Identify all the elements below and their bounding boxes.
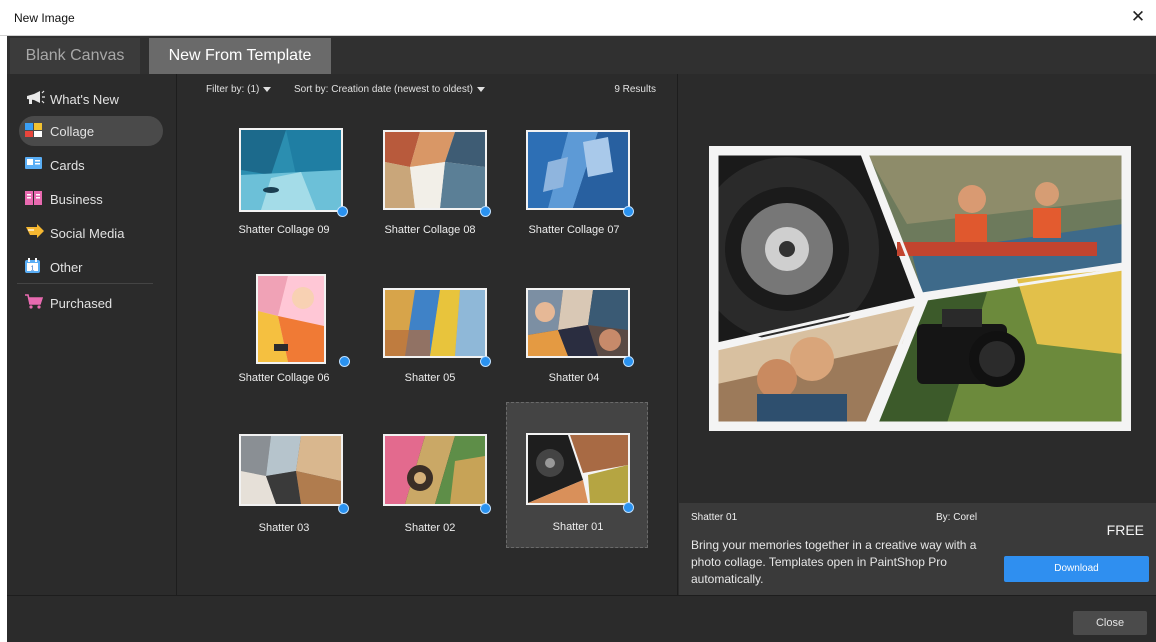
sort-dropdown[interactable]: Sort by: Creation date (newest to oldest… [294,84,485,95]
title-bar: New Image ✕ [0,0,1156,36]
available-badge [480,356,491,367]
close-window-icon[interactable]: ✕ [1128,7,1148,27]
template-name: Shatter Collage 09 [238,224,330,236]
available-badge [337,206,348,217]
sidebar-item-label: Business [50,191,103,207]
template-card-shatter-collage-07[interactable]: Shatter Collage 07 [504,126,644,272]
template-name: Shatter Collage 06 [238,372,330,384]
template-thumbnail [526,130,630,210]
available-badge [623,206,634,217]
template-name: Shatter 02 [404,522,456,534]
template-card-shatter-collage-09[interactable]: Shatter Collage 09 [214,126,354,272]
sidebar-item-purchased[interactable]: Purchased [19,288,163,318]
chevron-down-icon [476,86,485,92]
sidebar-item-whats-new[interactable]: What's New [19,84,163,114]
template-thumbnail [239,434,343,506]
template-thumbnail [383,434,487,506]
sidebar-item-label: Collage [50,123,95,139]
template-card-shatter-02[interactable]: Shatter 02 [360,428,500,574]
share-arrow-icon [25,224,47,242]
sidebar-item-collage[interactable]: Collage [19,116,163,146]
filter-label: Filter by: (1) [206,84,260,95]
sidebar-item-other[interactable]: 1 Other [19,252,163,282]
template-name: Shatter 01 [552,521,604,533]
template-card-shatter-01[interactable]: Shatter 01 [506,402,648,548]
available-badge [480,503,491,514]
template-name: Shatter 05 [404,372,456,384]
template-name: Shatter 03 [258,522,310,534]
template-details: Shatter 01 By: Corel FREE Bring your mem… [679,503,1156,595]
download-button[interactable]: Download [1004,556,1149,582]
collage-icon [25,122,47,140]
chevron-down-icon [263,86,272,92]
dialog-footer: Close [7,595,1156,642]
category-sidebar: What's New Collage Cards Business Social… [7,74,177,595]
sidebar-divider [17,283,153,284]
template-name: Shatter Collage 08 [384,224,476,236]
book-icon [25,190,47,208]
filter-dropdown[interactable]: Filter by: (1) [206,84,272,95]
svg-text:1: 1 [31,266,35,273]
megaphone-icon [25,90,47,108]
template-grid-panel: Filter by: (1) Sort by: Creation date (n… [178,74,678,595]
sidebar-item-social-media[interactable]: Social Media [19,218,163,248]
calendar-icon: 1 [25,258,47,276]
sidebar-item-label: Purchased [50,295,113,311]
available-badge [339,356,350,367]
cart-icon [25,294,47,312]
sidebar-item-cards[interactable]: Cards [19,150,163,180]
close-button[interactable]: Close [1073,611,1147,635]
available-badge [480,206,491,217]
sidebar-item-label: Cards [50,157,85,173]
sidebar-item-business[interactable]: Business [19,184,163,214]
template-card-shatter-05[interactable]: Shatter 05 [360,274,500,420]
results-count: 9 Results [614,84,656,95]
template-card-shatter-03[interactable]: Shatter 03 [214,428,354,574]
template-detail-name: Shatter 01 [691,512,738,523]
tab-bar: Blank Canvas New From Template [7,36,1156,74]
sidebar-item-label: Other [50,259,83,275]
template-thumbnail [526,433,630,505]
template-thumbnail [256,274,326,364]
template-card-shatter-collage-06[interactable]: Shatter Collage 06 [214,274,354,420]
window-title: New Image [14,11,75,25]
grid-toolbar: Filter by: (1) Sort by: Creation date (n… [178,74,678,108]
tab-new-from-template[interactable]: New From Template [149,38,331,74]
tab-blank-canvas[interactable]: Blank Canvas [10,38,140,74]
template-card-shatter-04[interactable]: Shatter 04 [504,274,644,420]
template-name: Shatter 04 [548,372,600,384]
sidebar-item-label: What's New [50,91,119,107]
template-description: Bring your memories together in a creati… [691,538,977,586]
preview-image [709,146,1131,431]
template-thumbnail [383,288,487,358]
card-icon [25,156,47,174]
template-price: FREE [1106,522,1144,538]
available-badge [338,503,349,514]
template-name: Shatter Collage 07 [528,224,620,236]
sort-label: Sort by: Creation date (newest to oldest… [294,84,473,95]
available-badge [623,502,634,513]
template-card-shatter-collage-08[interactable]: Shatter Collage 08 [360,126,500,272]
template-thumbnail [383,130,487,210]
template-thumbnail [239,128,343,212]
template-preview-panel: Shatter 01 By: Corel FREE Bring your mem… [679,74,1156,595]
template-author: By: Corel [936,512,978,523]
available-badge [623,356,634,367]
template-thumbnail [526,288,630,358]
new-image-dialog: Blank Canvas New From Template What's Ne… [7,36,1156,642]
sidebar-item-label: Social Media [50,225,125,241]
